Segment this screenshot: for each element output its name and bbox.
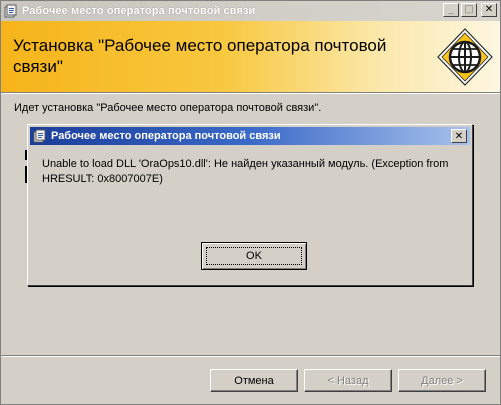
back-button-label: < Назад [327,374,369,387]
dialog-close-button[interactable]: ✕ [451,129,467,143]
error-message: Unable to load DLL 'OraOps10.dll': Не на… [42,158,449,185]
back-button[interactable]: < Назад [304,369,392,392]
close-icon: ✕ [484,4,494,15]
minimize-icon: _ [448,4,454,15]
error-dialog: Рабочее место оператора почтовой связи ✕… [27,124,473,286]
cancel-button-label: Отмена [234,374,274,387]
window-titlebar[interactable]: Рабочее место оператора почтовой связи _… [1,1,500,21]
header-banner: Установка "Рабочее место оператора почто… [1,21,500,93]
focus-rectangle [206,247,302,265]
dialog-titlebar[interactable]: Рабочее место оператора почтовой связи ✕ [30,127,470,145]
close-button[interactable]: ✕ [481,3,497,17]
maximize-button[interactable]: □ [461,3,477,17]
close-icon: ✕ [454,130,464,142]
install-status-text: Идет установка "Рабочее место оператора … [14,102,322,114]
minimize-button[interactable]: _ [443,3,459,17]
footer-separator-highlight [1,356,500,357]
maximize-icon: □ [464,4,474,15]
installer-app-icon [4,4,18,18]
next-button-label: Далее > [421,374,463,387]
window-title: Рабочее место оператора почтовой связи [22,5,256,17]
ok-button[interactable]: OK [201,242,307,270]
banner-separator [1,93,500,94]
dialog-title: Рабочее место оператора почтовой связи [51,130,281,142]
banner-title: Установка "Рабочее место оператора почто… [13,36,387,76]
next-button[interactable]: Далее > [398,369,486,392]
russian-post-logo-icon [435,27,495,87]
cancel-button[interactable]: Отмена [210,369,298,392]
installer-app-icon [33,129,47,143]
installer-window: Рабочее место оператора почтовой связи _… [0,0,501,405]
